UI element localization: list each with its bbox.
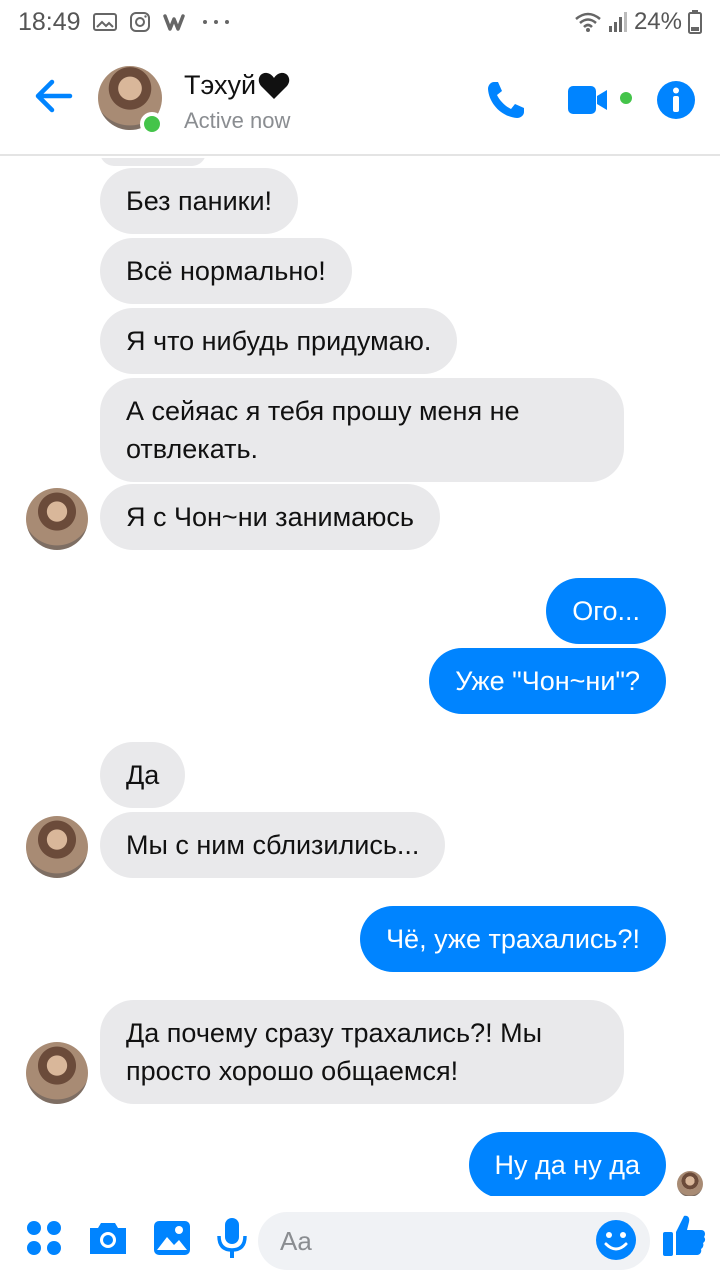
video-camera-icon <box>568 86 632 114</box>
message-text: Да <box>126 760 160 790</box>
status-bar: 18:49 24% <box>0 0 720 44</box>
microphone-icon <box>217 1218 247 1258</box>
like-button[interactable] <box>660 1212 708 1260</box>
back-arrow-icon <box>35 79 73 113</box>
message-bubble-incoming[interactable]: Мы с ним сблизились... <box>100 812 446 878</box>
signal-icon <box>608 11 628 33</box>
battery-icon <box>688 10 702 34</box>
message-text: Я с Чон~ни занимаюсь <box>126 502 414 532</box>
message-bubble-outgoing[interactable]: Ну да ну да <box>468 1132 666 1196</box>
voice-call-button[interactable] <box>482 76 530 124</box>
camera-icon <box>90 1223 126 1254</box>
message-bubble-outgoing[interactable]: Ого... <box>546 578 666 644</box>
status-time: 18:49 <box>18 7 81 36</box>
online-status-dot <box>140 112 164 136</box>
contact-active-status: Active now <box>184 108 291 133</box>
message-text: Да почему сразу трахались?! Мы просто хо… <box>126 1018 543 1086</box>
gallery-button[interactable] <box>148 1214 196 1262</box>
message-composer <box>0 1196 720 1280</box>
more-dots-icon <box>201 17 231 27</box>
thumbs-up-icon <box>663 1215 706 1256</box>
message-text: Я что нибудь придумаю. <box>126 326 432 356</box>
image-icon <box>154 1221 190 1255</box>
voice-message-button[interactable] <box>208 1214 256 1262</box>
message-bubble-incoming[interactable]: Без паники! <box>100 168 299 234</box>
message-text: Всё нормально! <box>126 256 326 286</box>
apps-menu-button[interactable] <box>20 1214 68 1262</box>
message-bubble-incoming[interactable]: Я с Чон~ни занимаюсь <box>100 484 440 550</box>
message-text: Мы с ним сблизились... <box>126 830 420 860</box>
apps-menu-icon <box>27 1221 61 1255</box>
info-icon <box>657 81 695 119</box>
info-button[interactable] <box>652 76 700 124</box>
battery-level: 24% <box>633 8 682 35</box>
sender-avatar[interactable] <box>26 1042 88 1104</box>
message-text: Ого... <box>572 596 640 626</box>
message-bubble-incoming[interactable]: А сейяас я тебя прошу меня не отвлекать. <box>100 378 624 482</box>
back-button[interactable] <box>32 74 76 118</box>
camera-button[interactable] <box>84 1214 132 1262</box>
message-bubble-incoming[interactable]: Всё нормально! <box>100 238 352 304</box>
wifi-icon <box>574 11 602 33</box>
message-text: А сейяас я тебя прошу меня не отвлекать. <box>126 396 520 464</box>
message-thread[interactable]: Без паники! Всё нормально! Я что нибудь … <box>0 158 720 1196</box>
message-bubble-partial[interactable] <box>100 158 206 166</box>
message-text: Ну да ну да <box>494 1150 640 1180</box>
video-call-button[interactable] <box>564 76 636 124</box>
conversation-header: Тэхуй Active now <box>0 44 720 156</box>
message-bubble-incoming[interactable]: Я что нибудь придумаю. <box>100 308 458 374</box>
message-bubble-outgoing[interactable]: Чё, уже трахались?! <box>360 906 666 972</box>
message-text: Без паники! <box>126 186 273 216</box>
phone-icon <box>488 82 524 118</box>
message-text: Уже "Чон~ни"? <box>455 666 640 696</box>
read-receipt-avatar <box>677 1171 703 1196</box>
wattpad-icon <box>162 12 189 32</box>
message-bubble-outgoing[interactable]: Уже "Чон~ни"? <box>429 648 666 714</box>
message-text: Чё, уже трахались?! <box>386 924 640 954</box>
emoji-icon <box>596 1220 636 1260</box>
sender-avatar[interactable] <box>26 816 88 878</box>
message-bubble-incoming[interactable]: Да почему сразу трахались?! Мы просто хо… <box>100 1000 624 1104</box>
contact-name: Тэхуй <box>184 70 257 100</box>
sender-avatar[interactable] <box>26 488 88 550</box>
instagram-icon <box>129 11 151 33</box>
message-bubble-incoming[interactable]: Да <box>100 742 186 808</box>
emoji-button[interactable] <box>592 1216 640 1264</box>
black-heart-icon <box>258 72 290 99</box>
gallery-icon <box>92 12 117 32</box>
contact-name-row[interactable]: Тэхуй <box>184 70 290 101</box>
